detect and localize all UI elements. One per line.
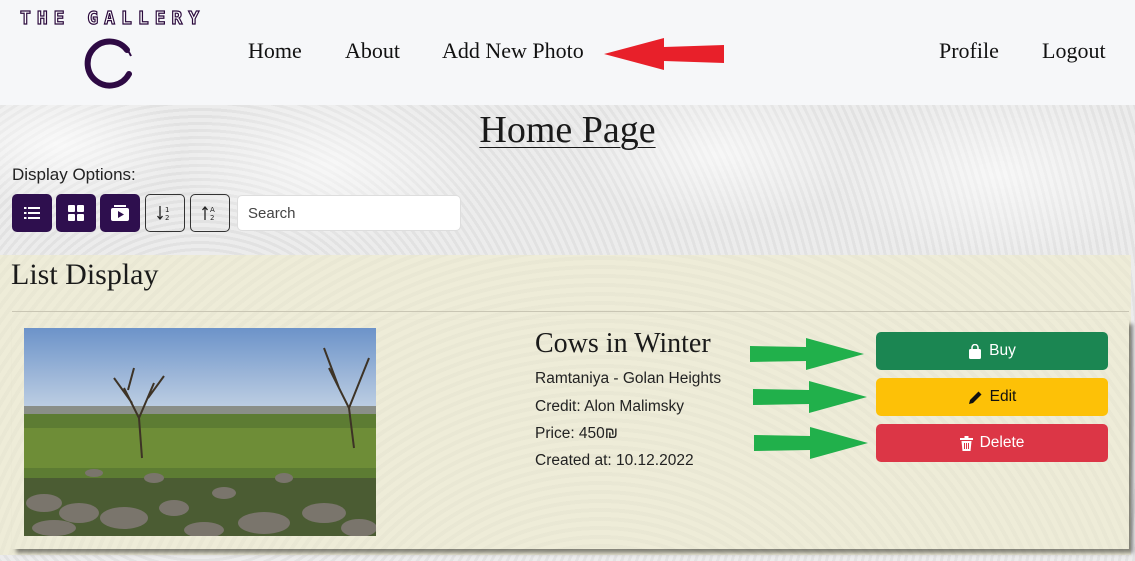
shopping-bag-icon <box>969 343 982 359</box>
green-annotation-arrow-icon <box>750 338 864 370</box>
sort-numeric-desc-icon: 1 2 <box>157 206 169 222</box>
red-annotation-arrow-icon <box>604 38 724 70</box>
section-divider <box>12 311 1129 312</box>
sort-numeric-button[interactable]: 1 2 <box>145 194 185 232</box>
photo-image[interactable] <box>24 328 376 536</box>
sort-alpha-asc-icon: A 2 <box>202 205 215 222</box>
logo-icon <box>84 38 132 89</box>
nav-profile[interactable]: Profile <box>939 38 999 64</box>
photo-credit: Credit: Alon Malimsky <box>535 398 685 415</box>
buy-label: Buy <box>989 342 1016 359</box>
search-input[interactable] <box>237 195 461 231</box>
nav-home[interactable]: Home <box>248 38 302 64</box>
photo-price: Price: 450₪ <box>535 425 618 442</box>
slideshow-view-button[interactable] <box>100 194 140 232</box>
list-icon <box>24 207 40 219</box>
trash-icon <box>959 435 973 451</box>
delete-label: Delete <box>979 434 1025 451</box>
nav-add-photo[interactable]: Add New Photo <box>442 38 584 64</box>
svg-text:A: A <box>210 206 215 214</box>
nav-about[interactable]: About <box>345 38 400 64</box>
edit-button[interactable]: Edit <box>876 378 1108 416</box>
edit-label: Edit <box>989 388 1017 405</box>
slideshow-icon <box>111 205 129 221</box>
nav-logout[interactable]: Logout <box>1042 38 1106 64</box>
list-view-button[interactable] <box>12 194 52 232</box>
photo-location: Ramtaniya - Golan Heights <box>535 370 722 387</box>
page-title: Home Page <box>479 109 656 151</box>
sort-alpha-button[interactable]: A 2 <box>190 194 230 232</box>
photo-title: Cows in Winter <box>535 328 711 359</box>
green-annotation-arrow-icon <box>753 381 867 413</box>
display-options-label: Display Options: <box>12 165 136 184</box>
svg-text:2: 2 <box>210 214 214 222</box>
svg-text:2: 2 <box>165 214 169 222</box>
section-title: List Display <box>11 258 159 291</box>
grid-view-button[interactable] <box>56 194 96 232</box>
pencil-icon <box>968 391 982 404</box>
grid-icon <box>68 205 84 221</box>
top-navbar: THE GALLERY Home About Add New Photo Pro… <box>0 0 1135 105</box>
logo-text: THE GALLERY <box>19 7 206 29</box>
buy-button[interactable]: Buy <box>876 332 1108 370</box>
photo-created: Created at: 10.12.2022 <box>535 452 694 469</box>
green-annotation-arrow-icon <box>754 427 868 459</box>
delete-button[interactable]: Delete <box>876 424 1108 462</box>
svg-text:1: 1 <box>165 206 169 214</box>
